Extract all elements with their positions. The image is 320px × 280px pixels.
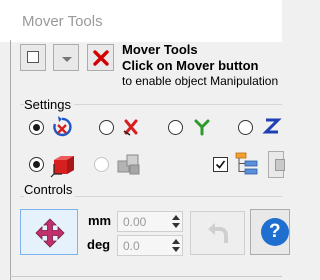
radio-gray-cubes[interactable] [94,157,109,172]
radio-y-axis[interactable] [168,120,183,135]
x-axis-icon [123,119,138,136]
mm-decrement-icon[interactable] [172,223,180,228]
select-toggle-button[interactable] [20,44,46,71]
move-arrows-icon [35,218,65,248]
checkmark-icon [215,160,226,169]
mm-increment-icon[interactable] [172,215,180,220]
header-hint: to enable object Manipulation [122,74,279,88]
window-frame-left [10,40,11,280]
radio-z-axis[interactable] [238,120,253,135]
close-button[interactable] [87,44,114,71]
undo-icon [208,223,228,243]
hierarchy-icon [235,152,258,175]
deg-input[interactable]: 0.0 [117,235,183,256]
undo-button[interactable] [190,211,245,255]
radio-red-cube[interactable] [29,157,44,172]
header-title: Mover Tools [122,42,198,57]
settings-label: Settings [24,97,74,112]
close-icon [93,50,109,66]
gray-cubes-icon [117,154,140,175]
deg-value: 0.0 [123,239,140,253]
mm-value: 0.00 [123,215,147,229]
window-title: Mover Tools [22,13,103,30]
radio-rotate-all[interactable] [29,120,44,135]
options-dropdown-button[interactable] [53,44,79,71]
y-axis-icon [194,119,210,136]
chevron-down-icon [62,57,72,62]
rotate-all-icon [53,116,72,137]
deg-decrement-icon[interactable] [172,247,180,252]
window-frame-bottom [10,276,282,277]
help-symbol: ? [269,221,281,242]
header-subtitle: Click on Mover button [122,58,259,73]
mm-input[interactable]: 0.00 [117,211,183,232]
controls-label: Controls [24,182,76,197]
mover-button[interactable] [20,209,78,255]
radio-x-axis[interactable] [99,120,114,135]
settings-extra-button[interactable] [268,151,285,178]
hierarchy-checkbox[interactable] [213,157,228,172]
help-button[interactable]: ? [250,209,290,255]
red-cube-icon [50,156,74,178]
z-axis-icon [262,118,282,134]
box-icon [275,159,285,171]
deg-label: deg [87,237,111,252]
square-icon [27,51,39,63]
mm-label: mm [88,213,112,228]
deg-increment-icon[interactable] [172,239,180,244]
help-icon: ? [261,218,289,246]
